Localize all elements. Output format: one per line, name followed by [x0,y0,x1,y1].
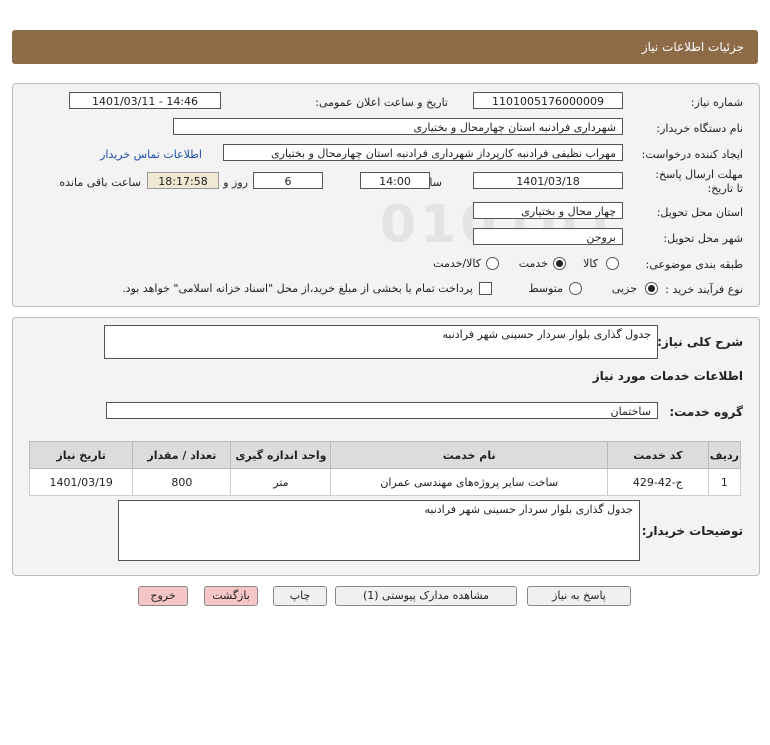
category-radio-service[interactable] [553,257,566,270]
deadline-date-field: 1401/03/18 [473,172,623,189]
table-row: 1 ج-42-429 ساخت سایر پروژه‌های مهندسی عم… [28,468,742,496]
deadline-time-field: 14:00 [360,172,430,189]
buyer-notes-field: جدول گذاری بلوار سردار حسینی شهر فرادنبه [118,500,640,561]
province-field: چهار محال و بختیاری [473,202,623,219]
col-quantity: تعداد / مقدار [132,441,232,469]
category-radio-goods-service[interactable] [486,257,499,270]
requester-field: مهراب نظیفی فرادنبه کارپرداز شهرداری فرا… [223,144,623,161]
table-header-row: ردیف کد خدمت نام خدمت واحد اندازه گیری ت… [28,441,742,469]
payment-note: پرداخت تمام یا بخشی از مبلغ خرید،از محل … [122,282,473,295]
buyer-org-field: شهرداری فرادنبه استان چهارمحال و بختیاری [173,118,623,135]
need-number-label: شماره نیاز: [690,96,743,109]
service-group-label: گروه خدمت: [669,405,743,419]
category-radio-goods[interactable] [606,257,619,270]
requester-label: ایجاد کننده درخواست: [641,148,743,161]
need-info-panel [12,83,760,307]
process-radio-medium[interactable] [569,282,582,295]
province-label: استان محل تحویل: [656,206,743,219]
page-title: جزئیات اطلاعات نیاز [641,40,744,54]
buyer-notes-label: توضیحات خریدار: [641,524,743,538]
cell-row-number: 1 [707,468,742,496]
cell-service-name: ساخت سایر پروژه‌های مهندسی عمران [330,468,608,496]
col-row-number: ردیف [707,441,742,469]
cell-service-code: ج-42-429 [606,468,709,496]
category-option-goods: کالا [583,257,598,270]
remaining-label: ساعت باقی مانده [59,176,141,189]
cell-unit: متر [230,468,332,496]
page-header: جزئیات اطلاعات نیاز [12,30,758,64]
col-unit: واحد اندازه گیری [230,441,332,469]
summary-label: شرح کلی نیاز: [657,335,743,349]
announce-label: تاریخ و ساعت اعلان عمومی: [315,96,448,109]
process-label: نوع فرآیند خرید : [665,283,743,296]
days-label: روز و [223,176,248,189]
cell-quantity: 800 [132,468,232,496]
treasury-checkbox[interactable] [479,282,492,295]
exit-button[interactable]: خروج [138,586,188,606]
service-group-field: ساختمان [106,402,658,419]
cell-need-date: 1401/03/19 [28,468,134,496]
buyer-org-label: نام دستگاه خریدار: [656,122,743,135]
services-section-title: اطلاعات خدمات مورد نیاز [592,369,743,383]
city-label: شهر محل تحویل: [663,232,743,245]
view-attachments-button[interactable]: مشاهده مدارک پیوستی (1) [335,586,517,606]
process-option-partial: جزیی [611,282,637,295]
col-service-code: کد خدمت [606,441,709,469]
announce-field: 1401/03/11 - 14:46 [69,92,221,109]
reply-button[interactable]: پاسخ به نیاز [527,586,631,606]
back-button[interactable]: بازگشت [204,586,258,606]
need-number-field: 1101005176000009 [473,92,623,109]
category-option-goods-service: کالا/خدمت [433,257,481,270]
days-field: 6 [253,172,323,189]
remaining-time-field: 18:17:58 [147,172,219,189]
deadline-label: مهلت ارسال پاسخ: تا تاریخ: [655,168,743,195]
summary-field: جدول گذاری بلوار سردار حسینی شهر فرادنبه [104,325,658,359]
category-option-service: خدمت [518,257,548,270]
city-field: بروجن [473,228,623,245]
process-option-medium: متوسط [528,282,563,295]
col-service-name: نام خدمت [330,441,608,469]
print-button[interactable]: چاپ [273,586,327,606]
col-need-date: تاریخ نیاز [28,441,134,469]
process-radio-partial[interactable] [645,282,658,295]
services-table: ردیف کد خدمت نام خدمت واحد اندازه گیری ت… [28,441,742,496]
category-label: طبقه بندی موضوعی: [645,258,743,271]
contact-buyer-link[interactable]: اطلاعات تماس خریدار [100,148,202,161]
